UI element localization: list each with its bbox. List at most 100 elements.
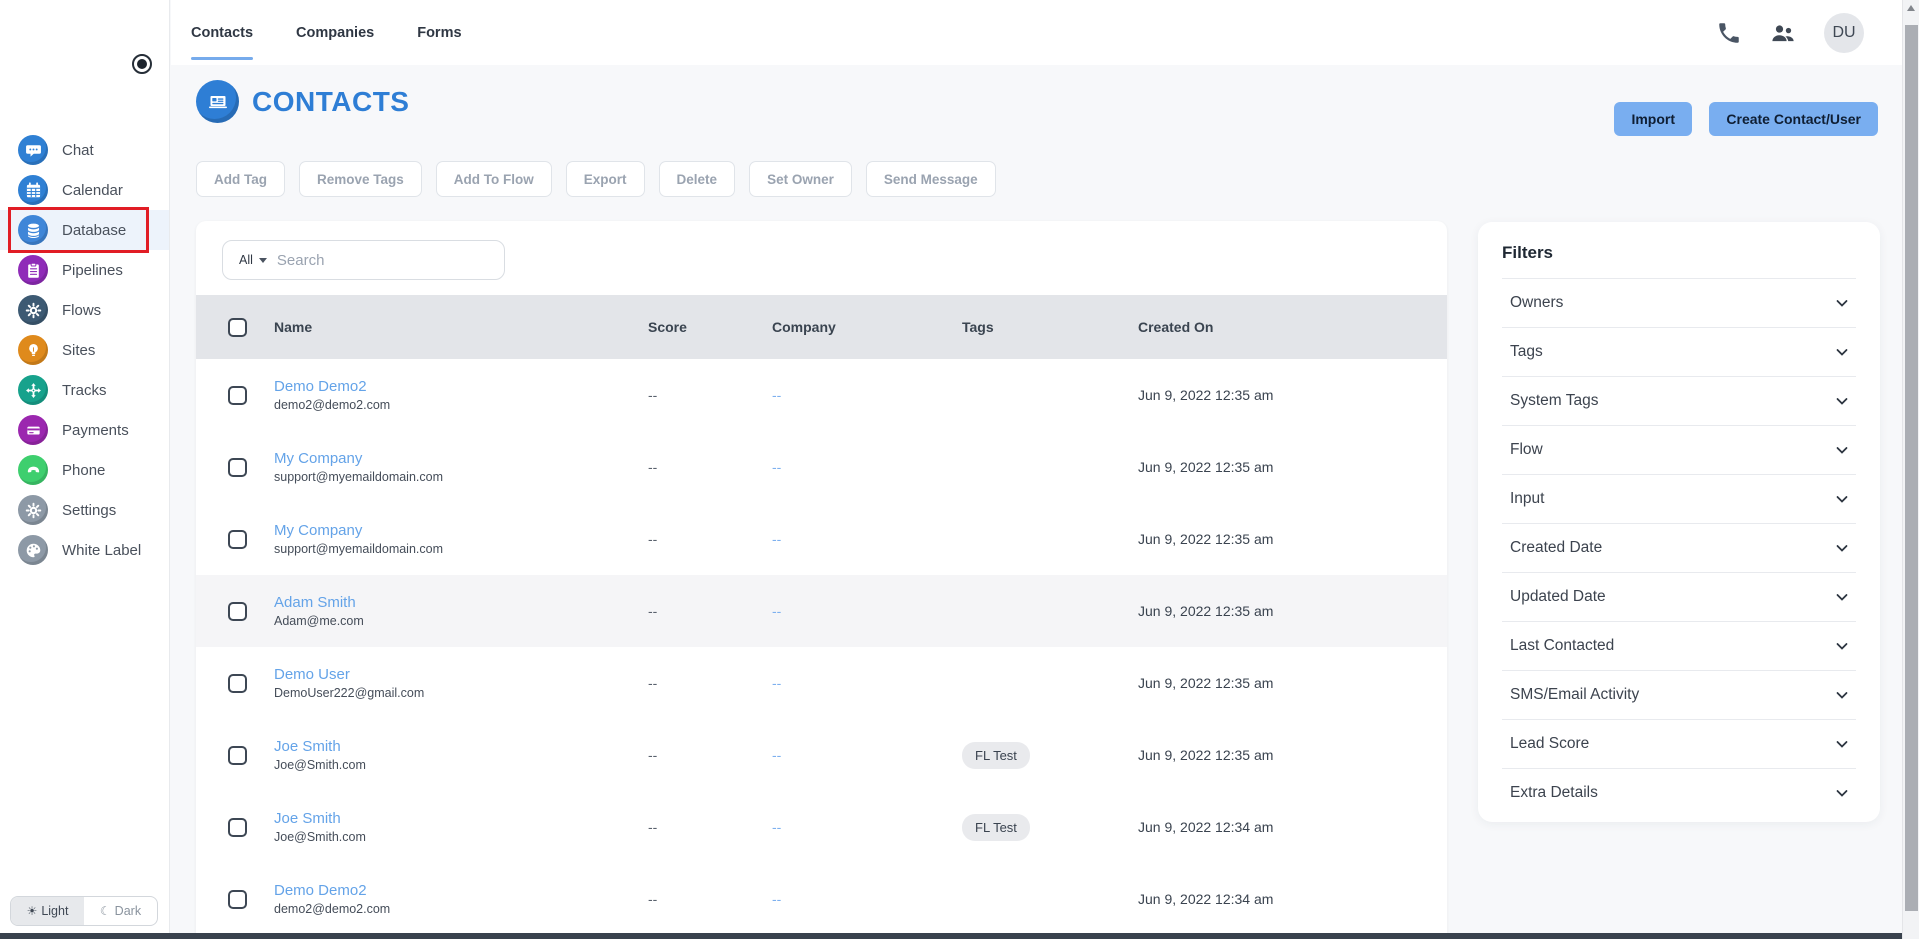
row-checkbox[interactable] — [228, 602, 247, 621]
search-scope-dropdown[interactable]: All — [223, 253, 277, 267]
table-row: My Company support@myemaildomain.com -- … — [196, 503, 1447, 575]
sidebar-collapse-toggle[interactable] — [132, 54, 152, 74]
theme-toggle: ☀ Light ☾ Dark — [10, 896, 158, 926]
sidebar-item-icon — [18, 375, 48, 405]
bulk-action-button[interactable]: Set Owner — [749, 161, 852, 197]
bulk-action-button[interactable]: Add Tag — [196, 161, 285, 197]
avatar[interactable]: DU — [1824, 13, 1864, 53]
scroll-up-arrow-icon[interactable] — [1907, 5, 1915, 11]
page-title: CONTACTS — [252, 86, 409, 118]
row-checkbox[interactable] — [228, 818, 247, 837]
sidebar-item[interactable]: Calendar — [0, 170, 169, 210]
contact-name-link[interactable]: Joe Smith — [274, 738, 648, 755]
filter-section[interactable]: Tags — [1502, 327, 1856, 376]
sidebar-item-icon — [18, 455, 48, 485]
tag-pill: FL Test — [962, 742, 1030, 769]
theme-light-button[interactable]: ☀ Light — [11, 897, 84, 925]
sidebar-item[interactable]: Phone — [0, 450, 169, 490]
filter-section[interactable]: Updated Date — [1502, 572, 1856, 621]
search-input[interactable] — [277, 252, 457, 269]
tab[interactable]: Contacts — [191, 0, 253, 65]
sidebar-item-icon — [18, 175, 48, 205]
sidebar-item-icon — [18, 135, 48, 165]
search-scope-label: All — [239, 253, 253, 267]
tag-pill: FL Test — [962, 814, 1030, 841]
column-header-tags: Tags — [962, 319, 1138, 335]
score-cell: -- — [648, 891, 772, 907]
vertical-scrollbar[interactable] — [1902, 0, 1919, 939]
sidebar-item-label: Sites — [62, 342, 95, 359]
column-header-score: Score — [648, 319, 772, 335]
vertical-scrollbar-thumb[interactable] — [1905, 25, 1918, 911]
bulk-action-button[interactable]: Export — [566, 161, 645, 197]
sidebar-item[interactable]: White Label — [0, 530, 169, 570]
tab[interactable]: Forms — [417, 0, 461, 65]
import-button[interactable]: Import — [1614, 102, 1692, 136]
sidebar-nav: Chat Calendar Database Pipeli — [0, 130, 169, 570]
company-cell[interactable]: -- — [772, 387, 962, 403]
company-cell[interactable]: -- — [772, 603, 962, 619]
contact-name-link[interactable]: Joe Smith — [274, 810, 648, 827]
chevron-down-icon — [1834, 687, 1850, 703]
company-cell[interactable]: -- — [772, 531, 962, 547]
main-area: Contacts Companies Forms DU CONTA — [171, 0, 1902, 939]
row-checkbox[interactable] — [228, 746, 247, 765]
filter-section[interactable]: Extra Details — [1502, 768, 1856, 817]
sidebar-item[interactable]: Tracks — [0, 370, 169, 410]
sidebar: Chat Calendar Database Pipeli — [0, 0, 170, 939]
filter-section[interactable]: Created Date — [1502, 523, 1856, 572]
row-checkbox[interactable] — [228, 458, 247, 477]
filter-section[interactable]: Flow — [1502, 425, 1856, 474]
sidebar-item-label: Payments — [62, 422, 129, 439]
filter-section[interactable]: Last Contacted — [1502, 621, 1856, 670]
column-header-created-on: Created On — [1138, 319, 1447, 335]
bulk-action-button[interactable]: Remove Tags — [299, 161, 422, 197]
create-contact-user-button[interactable]: Create Contact/User — [1709, 102, 1878, 136]
sidebar-item[interactable]: Sites — [0, 330, 169, 370]
sidebar-item[interactable]: Settings — [0, 490, 169, 530]
chevron-down-icon — [1834, 638, 1850, 654]
bulk-action-button[interactable]: Add To Flow — [436, 161, 552, 197]
contact-name-link[interactable]: My Company — [274, 450, 648, 467]
contact-name-link[interactable]: Demo User — [274, 666, 648, 683]
contact-name-link[interactable]: My Company — [274, 522, 648, 539]
row-checkbox[interactable] — [228, 530, 247, 549]
theme-dark-button[interactable]: ☾ Dark — [84, 897, 157, 925]
sidebar-item[interactable]: Payments — [0, 410, 169, 450]
bulk-action-button[interactable]: Send Message — [866, 161, 996, 197]
company-cell[interactable]: -- — [772, 675, 962, 691]
company-cell[interactable]: -- — [772, 747, 962, 763]
sidebar-item[interactable]: Database — [0, 210, 169, 250]
filter-section-label: Input — [1510, 490, 1544, 508]
search-row: All — [196, 221, 1447, 280]
moon-icon: ☾ — [100, 904, 111, 918]
tab[interactable]: Companies — [296, 0, 374, 65]
table-row: Demo User DemoUser222@gmail.com -- -- Ju… — [196, 647, 1447, 719]
row-checkbox[interactable] — [228, 890, 247, 909]
filter-section[interactable]: Lead Score — [1502, 719, 1856, 768]
row-checkbox[interactable] — [228, 386, 247, 405]
filter-section[interactable]: Input — [1502, 474, 1856, 523]
company-cell[interactable]: -- — [772, 819, 962, 835]
sidebar-item[interactable]: Chat — [0, 130, 169, 170]
company-cell[interactable]: -- — [772, 459, 962, 475]
contact-name-link[interactable]: Demo Demo2 — [274, 378, 648, 395]
users-icon[interactable] — [1769, 19, 1797, 47]
filter-section[interactable]: Owners — [1502, 278, 1856, 327]
created-on-cell: Jun 9, 2022 12:35 am — [1138, 459, 1447, 475]
bulk-action-button[interactable]: Delete — [659, 161, 736, 197]
score-cell: -- — [648, 387, 772, 403]
contact-name-link[interactable]: Adam Smith — [274, 594, 648, 611]
filter-section[interactable]: SMS/Email Activity — [1502, 670, 1856, 719]
filter-section[interactable]: System Tags — [1502, 376, 1856, 425]
horizontal-scrollbar[interactable] — [0, 933, 1902, 939]
phone-icon[interactable] — [1716, 20, 1742, 46]
select-all-checkbox[interactable] — [228, 318, 247, 337]
score-cell: -- — [648, 747, 772, 763]
sidebar-item[interactable]: Flows — [0, 290, 169, 330]
row-checkbox[interactable] — [228, 674, 247, 693]
company-cell[interactable]: -- — [772, 891, 962, 907]
sidebar-item[interactable]: Pipelines — [0, 250, 169, 290]
contact-name-link[interactable]: Demo Demo2 — [274, 882, 648, 899]
created-on-cell: Jun 9, 2022 12:35 am — [1138, 531, 1447, 547]
